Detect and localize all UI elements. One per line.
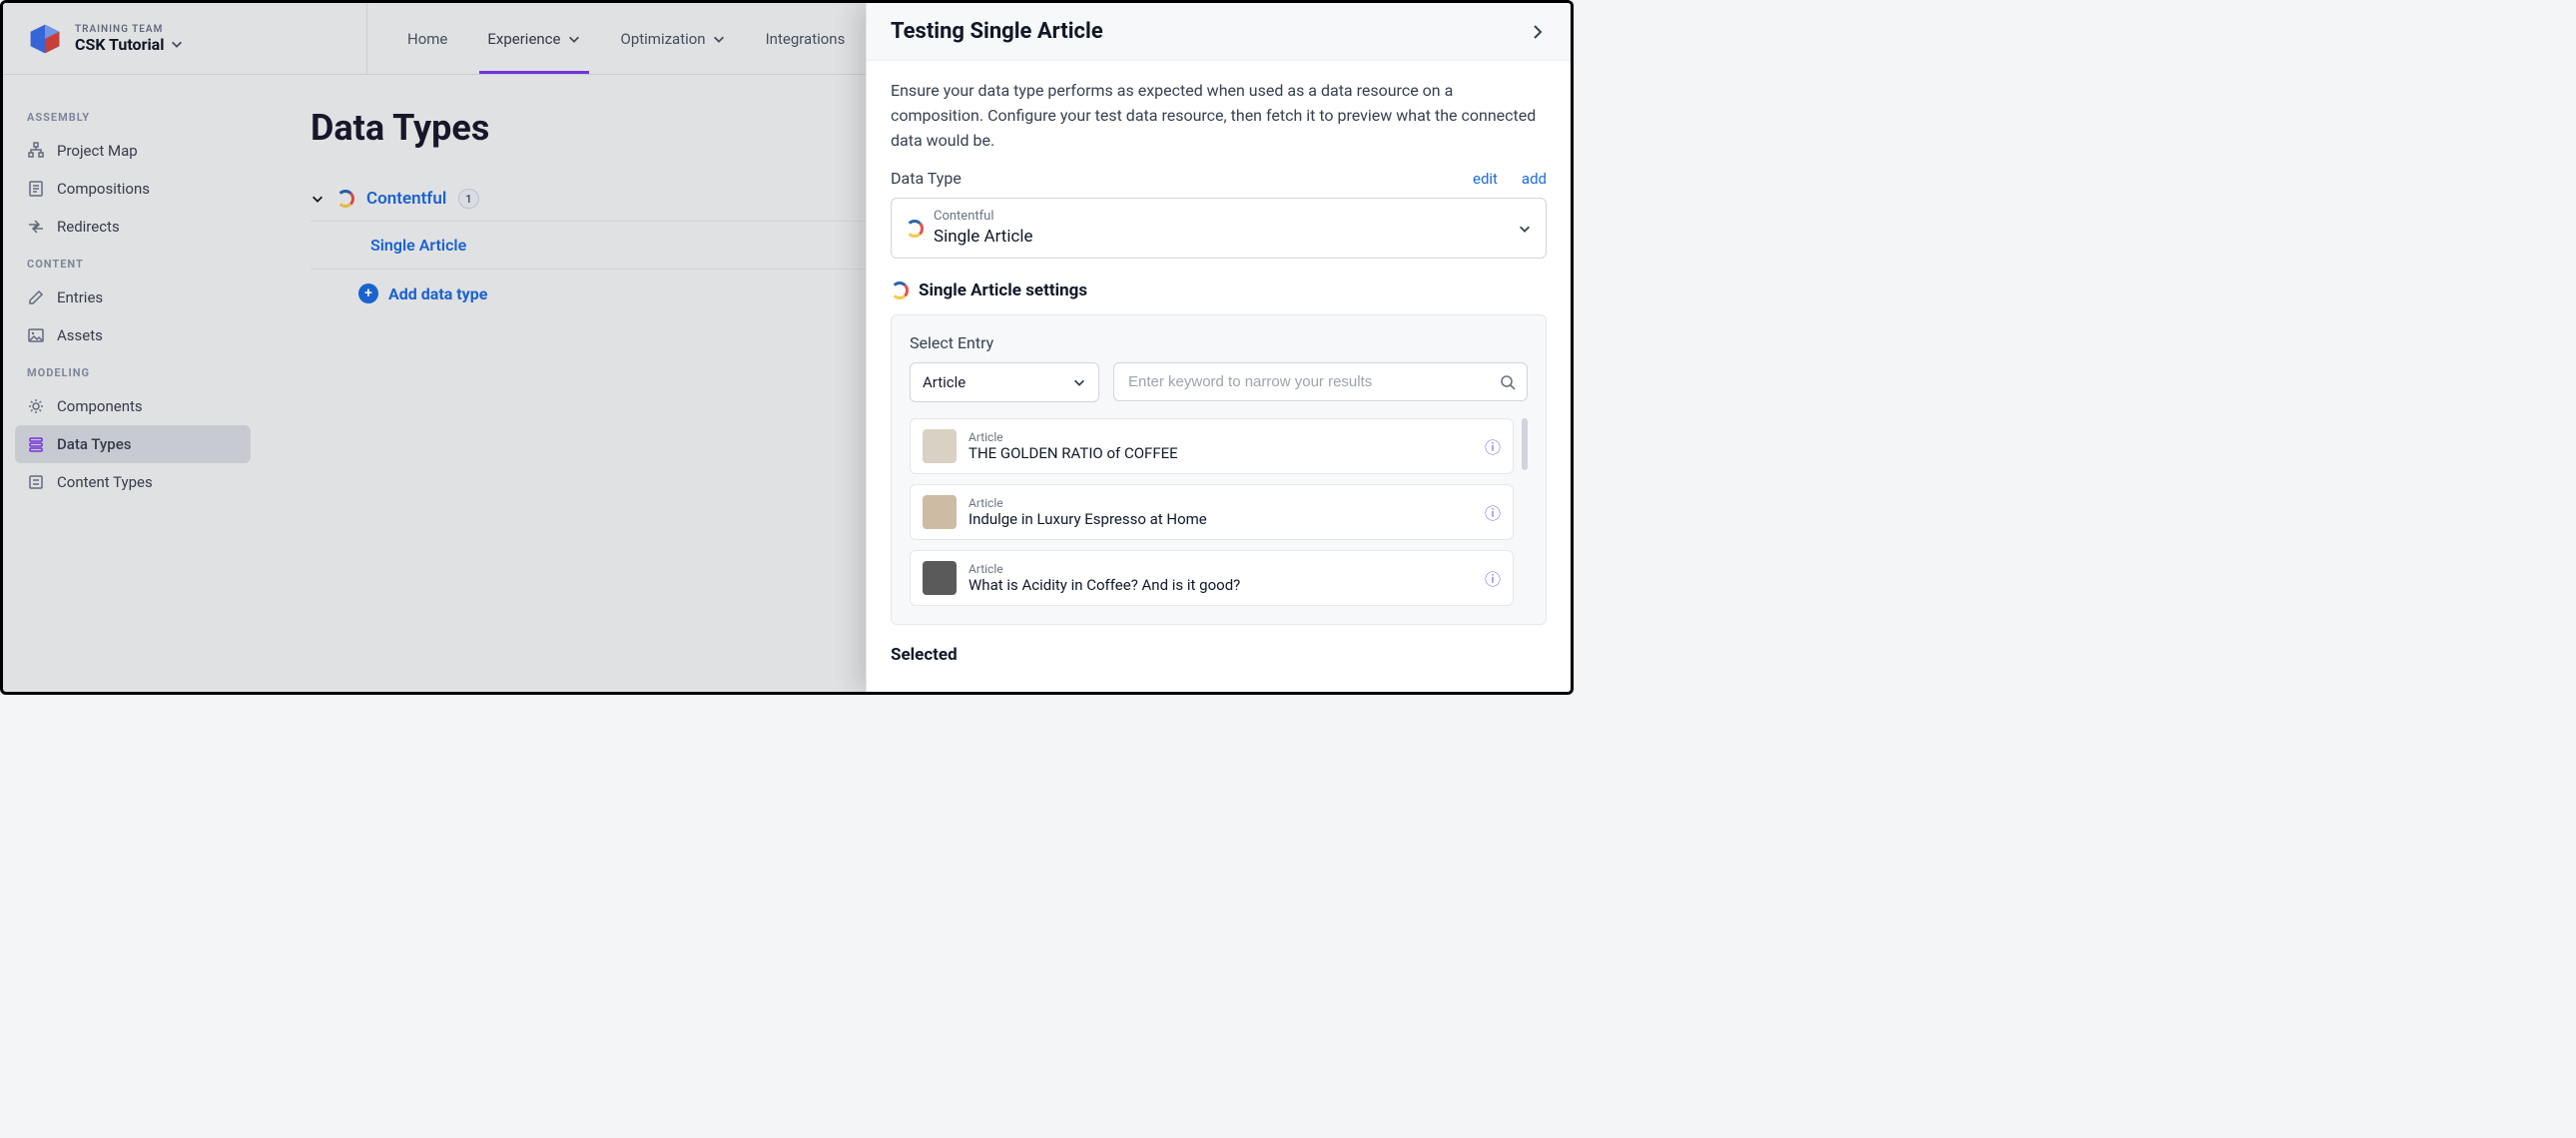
entry-thumbnail <box>923 495 957 529</box>
sidebar-item-label: Assets <box>57 326 103 344</box>
nav-optimization[interactable]: Optimization <box>621 3 726 74</box>
entry-item[interactable]: Article THE GOLDEN RATIO of COFFEE ⓘ <box>910 418 1514 474</box>
panel-title: Testing Single Article <box>891 19 1103 44</box>
data-source-count: 1 <box>458 189 478 209</box>
sidebar-item-content-types[interactable]: Content Types <box>15 463 251 501</box>
sidebar-item-components[interactable]: Components <box>15 387 251 425</box>
database-icon <box>27 435 45 453</box>
sidebar-item-assets[interactable]: Assets <box>15 316 251 354</box>
data-type-name: Single Article <box>370 236 466 255</box>
gear-icon <box>27 397 45 415</box>
sidebar-item-project-map[interactable]: Project Map <box>15 132 251 170</box>
scrollbar[interactable] <box>1522 418 1528 470</box>
selected-heading: Selected <box>891 645 1547 665</box>
data-type-section-label: Data Type <box>891 169 962 188</box>
project-name: CSK Tutorial <box>75 35 164 54</box>
sidebar-item-label: Entries <box>57 288 103 306</box>
info-icon[interactable]: ⓘ <box>1485 500 1501 524</box>
chevron-down-icon <box>1072 375 1086 389</box>
sidebar-item-compositions[interactable]: Compositions <box>15 170 251 208</box>
sidebar-item-entries[interactable]: Entries <box>15 279 251 316</box>
chevron-down-icon <box>1518 222 1532 236</box>
project-switcher[interactable]: TRAINING TEAM CSK Tutorial <box>27 21 326 57</box>
entry-item[interactable]: Article Indulge in Luxury Espresso at Ho… <box>910 484 1514 540</box>
nav-integrations[interactable]: Integrations <box>766 3 846 74</box>
sidebar-item-label: Project Map <box>57 142 138 160</box>
info-icon[interactable]: ⓘ <box>1485 434 1501 458</box>
chevron-down-icon <box>567 32 581 46</box>
edit-link[interactable]: edit <box>1473 170 1498 188</box>
entry-title: THE GOLDEN RATIO of COFFEE <box>968 444 1473 462</box>
sidebar-item-label: Content Types <box>57 473 153 491</box>
selector-source: Contentful <box>934 209 1033 226</box>
settings-box: Select Entry Article <box>891 314 1547 625</box>
entry-kind: Article <box>968 496 1473 510</box>
entry-thumbnail <box>923 429 957 463</box>
nav-home[interactable]: Home <box>407 3 447 74</box>
entry-item[interactable]: Article What is Acidity in Coffee? And i… <box>910 550 1514 606</box>
entry-title: What is Acidity in Coffee? And is it goo… <box>968 576 1473 594</box>
sidebar-item-data-types[interactable]: Data Types <box>15 425 251 463</box>
sidebar-item-label: Data Types <box>57 435 131 453</box>
list-icon <box>27 473 45 491</box>
content-type-value: Article <box>923 373 966 391</box>
info-icon[interactable]: ⓘ <box>1485 566 1501 590</box>
brand-logo-icon <box>27 21 63 57</box>
plus-icon: + <box>358 284 378 303</box>
settings-heading: Single Article settings <box>891 281 1547 300</box>
data-type-selector[interactable]: Contentful Single Article <box>891 198 1547 259</box>
redirect-icon <box>27 218 45 236</box>
image-icon <box>27 326 45 344</box>
contentful-icon <box>336 190 354 208</box>
panel-header: Testing Single Article <box>867 3 1571 61</box>
document-icon <box>27 180 45 198</box>
data-source-name: Contentful <box>366 189 446 209</box>
add-data-type-label: Add data type <box>388 284 487 303</box>
chevron-down-icon <box>311 192 324 206</box>
group-assembly: ASSEMBLY <box>15 99 251 132</box>
chevron-down-icon <box>712 32 726 46</box>
search-icon <box>1500 374 1516 390</box>
sidebar: ASSEMBLY Project Map Compositions Redire… <box>3 75 263 692</box>
sidebar-item-label: Redirects <box>57 218 120 236</box>
entry-title: Indulge in Luxury Espresso at Home <box>968 510 1473 528</box>
group-modeling: MODELING <box>15 354 251 387</box>
sidebar-item-label: Components <box>57 397 143 415</box>
search-input[interactable] <box>1113 362 1528 401</box>
chevron-right-icon[interactable] <box>1529 23 1547 41</box>
select-entry-label: Select Entry <box>910 333 1528 352</box>
sitemap-icon <box>27 142 45 160</box>
org-label: TRAINING TEAM <box>75 24 184 35</box>
entry-thumbnail <box>923 561 957 595</box>
sidebar-item-redirects[interactable]: Redirects <box>15 208 251 246</box>
content-type-dropdown[interactable]: Article <box>910 362 1099 402</box>
nav-experience[interactable]: Experience <box>487 3 580 74</box>
main-nav: Home Experience Optimization Integration… <box>366 3 845 74</box>
entry-kind: Article <box>968 430 1473 444</box>
chevron-down-icon <box>170 37 184 51</box>
panel-description: Ensure your data type performs as expect… <box>891 79 1547 153</box>
contentful-icon <box>906 220 924 238</box>
group-content: CONTENT <box>15 246 251 279</box>
pencil-icon <box>27 288 45 306</box>
selector-type: Single Article <box>934 226 1033 248</box>
sidebar-item-label: Compositions <box>57 180 150 198</box>
entry-kind: Article <box>968 562 1473 576</box>
add-link[interactable]: add <box>1522 170 1547 188</box>
contentful-icon <box>891 282 909 299</box>
side-panel: Testing Single Article Ensure your data … <box>866 3 1571 692</box>
settings-title: Single Article settings <box>919 281 1087 300</box>
